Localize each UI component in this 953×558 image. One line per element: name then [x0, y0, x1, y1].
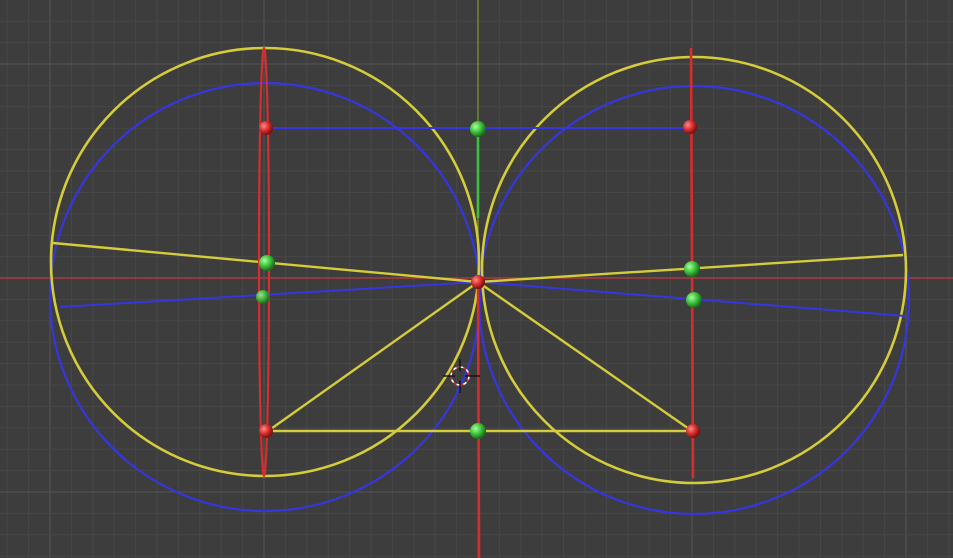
green-sphere-bottom[interactable] [470, 423, 486, 439]
green-sphere-left-lower[interactable] [256, 290, 270, 304]
viewport-canvas[interactable] [0, 0, 953, 558]
yellow-diagonal-left [267, 281, 479, 432]
green-sphere-right-upper[interactable] [684, 261, 700, 277]
red-sphere-top-right[interactable] [683, 120, 697, 134]
green-sphere-right-lower[interactable] [686, 292, 702, 308]
red-sphere-top-left[interactable] [259, 121, 273, 135]
red-sphere-bottom-left[interactable] [259, 424, 273, 438]
green-sphere-left-upper[interactable] [259, 255, 275, 271]
red-sphere-bottom-right[interactable] [686, 424, 700, 438]
green-sphere-top[interactable] [470, 121, 486, 137]
red-sphere-center[interactable] [471, 275, 485, 289]
3d-viewport[interactable] [0, 0, 953, 558]
red-bar-center[interactable] [476, 281, 481, 558]
